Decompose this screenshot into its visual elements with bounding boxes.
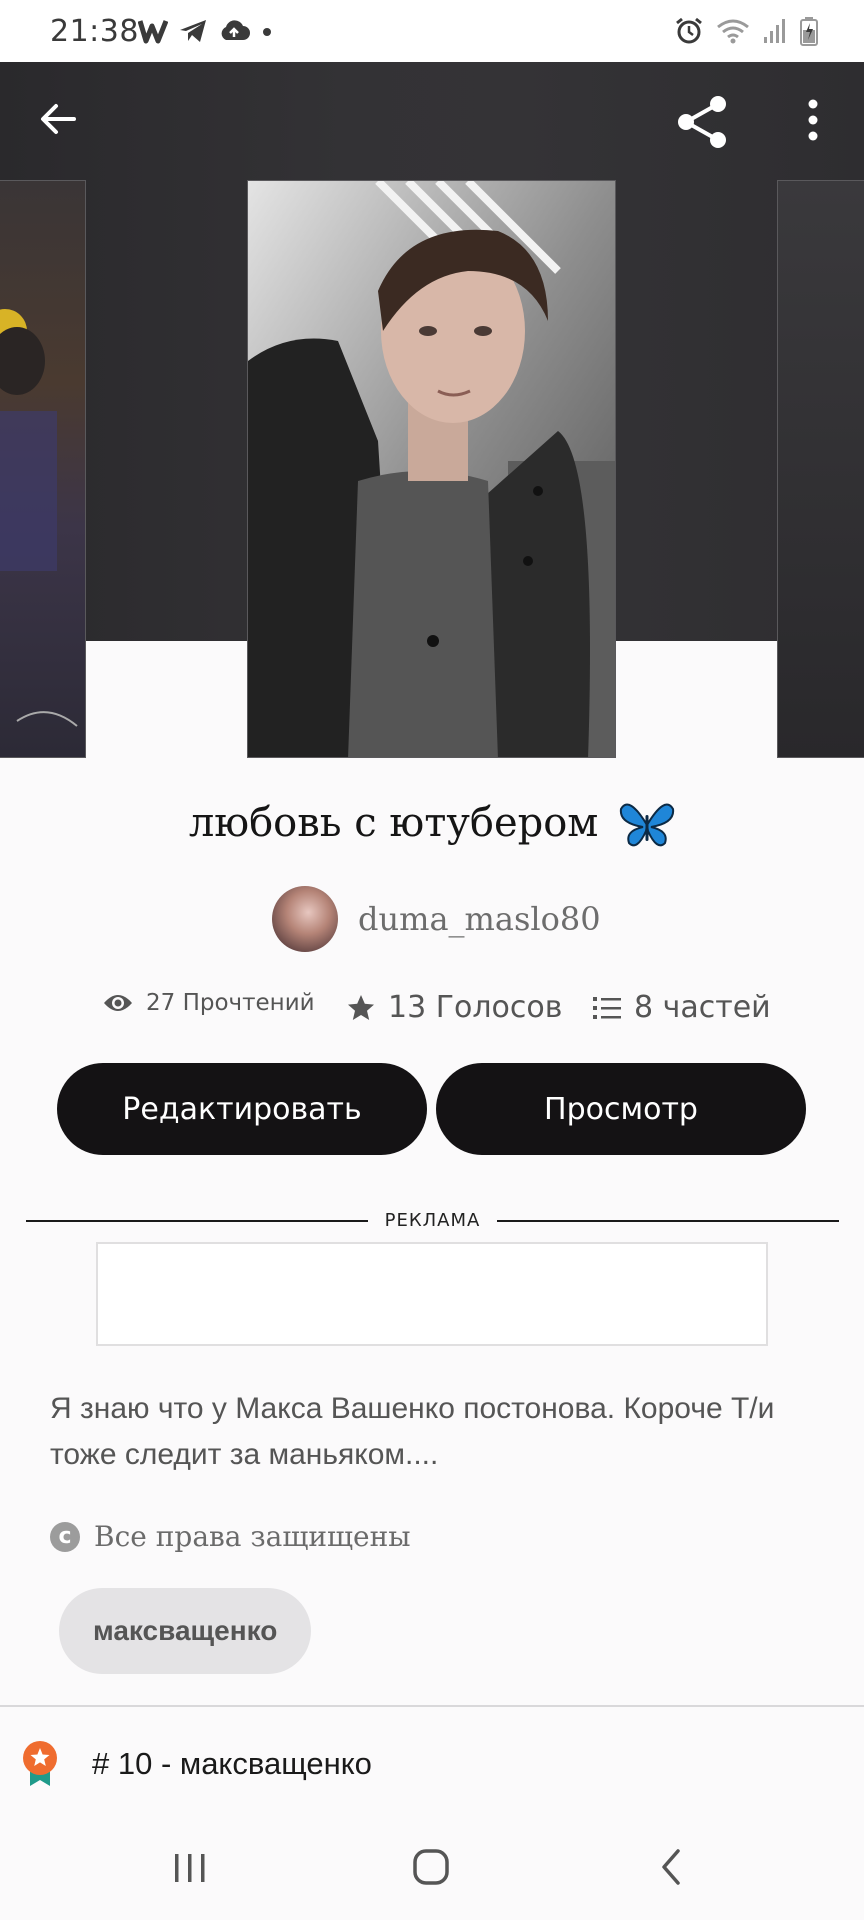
ad-divider-left [26,1220,368,1222]
more-vertical-icon [808,99,818,141]
share-button[interactable] [674,94,730,150]
next-story-cover[interactable] [777,180,864,758]
copyright-icon: c [50,1521,80,1552]
ad-slot[interactable] [96,1242,768,1346]
ad-divider-right [497,1220,839,1222]
eye-icon [104,995,132,1011]
copyright-text: Все права защищены [94,1520,411,1553]
tag-chip[interactable]: максващенко [59,1588,312,1674]
status-left-icons [138,18,274,44]
telegram-icon [180,20,206,42]
arrow-left-icon [41,104,76,134]
ranking-badge-icon [23,1741,57,1786]
reads-count: 27 Прочтений [146,990,315,1016]
parts-stat: 8 частей [592,990,771,1025]
alarm-icon [676,17,702,44]
votes-count: 13 Голосов [388,990,563,1025]
story-description: Я знаю что у Макса Вашенко постонова. Ко… [50,1392,775,1471]
cloud-upload-icon [221,20,250,40]
copyright-row: c Все права защищены [50,1520,411,1553]
signal-icon [764,19,785,43]
parts-count: 8 частей [634,990,771,1025]
ad-label: РЕКЛАМА [384,1210,481,1231]
author-row[interactable]: duma_maslo80 [272,886,601,952]
share-icon [678,96,726,148]
story-title: любовь с ютубером [0,800,864,851]
section-divider [0,1705,864,1707]
star-icon [348,994,374,1020]
status-right-icons [674,16,818,46]
system-nav-bar [0,1810,864,1920]
w-app-icon [138,20,168,44]
cover-portrait-art [248,181,615,757]
main-story-cover[interactable] [247,180,616,758]
butterfly-icon [620,803,675,847]
wifi-icon [717,19,749,44]
story-title-text: любовь с ютубером [188,800,599,846]
previous-story-cover[interactable] [0,180,86,758]
author-name[interactable]: duma_maslo80 [358,900,601,938]
list-icon [593,996,621,1019]
edit-button[interactable]: Редактировать [57,1063,427,1155]
recent-apps-button[interactable] [160,1840,220,1894]
back-button[interactable] [34,94,84,144]
more-options-button[interactable] [796,94,830,150]
cover-left-art [0,309,78,727]
ranking-text: # 10 - максващенко [92,1746,372,1781]
home-icon [413,1849,449,1885]
status-bar: 21:38 [0,0,864,62]
status-time: 21:38 [50,14,139,49]
battery-icon [800,17,818,46]
back-nav-icon [662,1849,680,1885]
view-button[interactable]: Просмотр [436,1063,806,1155]
back-nav-button[interactable] [642,1840,702,1894]
story-stats: 27 Прочтений 13 Голосов 8 частей [0,990,864,1034]
recent-apps-icon [175,1854,205,1882]
votes-stat: 13 Голосов [346,990,562,1025]
dot-icon [263,28,271,36]
ranking-row[interactable]: # 10 - максващенко [20,1740,372,1788]
reads-stat: 27 Прочтений [102,990,315,1016]
home-button[interactable] [401,1840,461,1894]
author-avatar[interactable] [272,886,338,952]
